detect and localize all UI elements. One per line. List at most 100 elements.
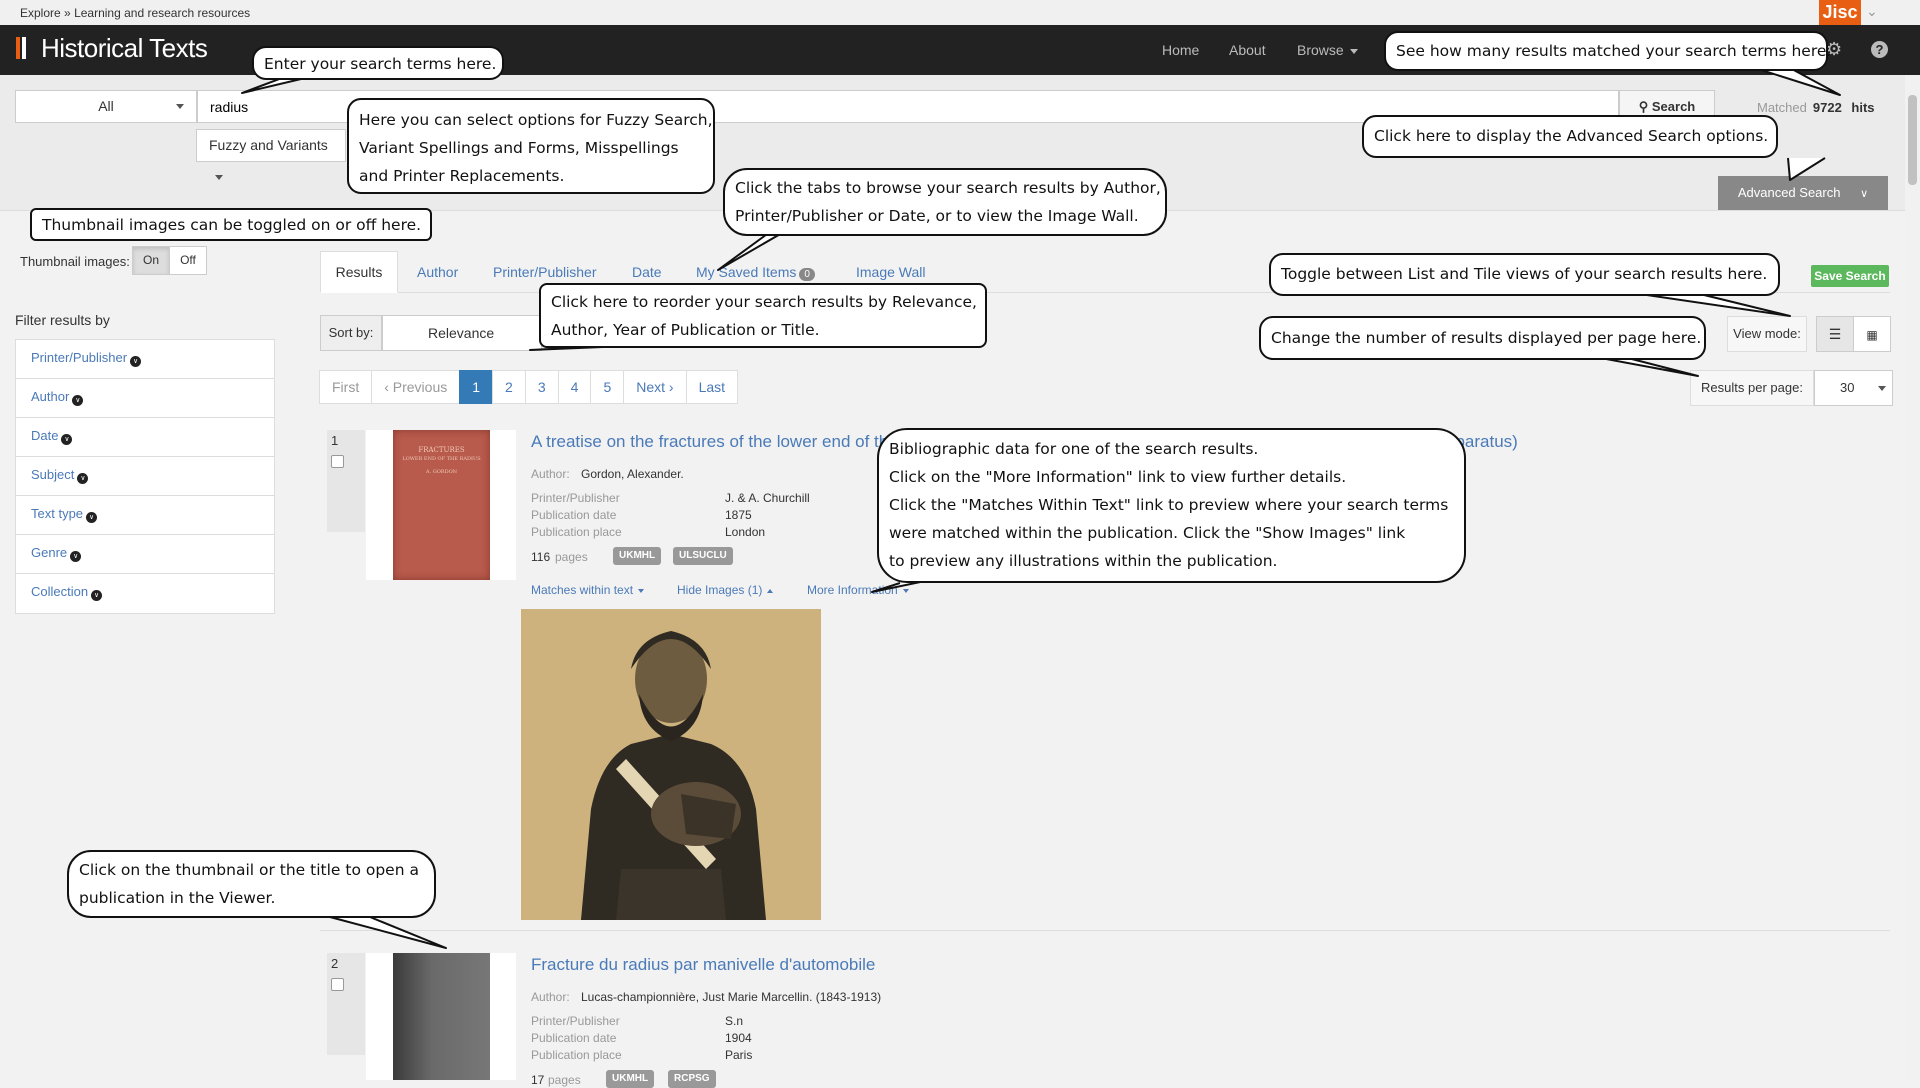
page-3[interactable]: 3	[524, 370, 559, 404]
book-cover-image[interactable]	[393, 953, 490, 1080]
page-first[interactable]: First	[319, 370, 373, 404]
callout-line: Printer/Publisher or Date, or to view th…	[735, 207, 1139, 225]
search-button-label: Search	[1651, 99, 1696, 114]
caret-down-icon	[1349, 48, 1358, 54]
filter-printer-publisher[interactable]: Printer/Publisher ∨	[16, 340, 274, 379]
result-separator	[320, 930, 1890, 931]
date-label: Publication date	[531, 1031, 617, 1045]
list-view-button[interactable]: ☰	[1816, 316, 1854, 352]
result-checkbox[interactable]	[331, 978, 344, 991]
page-1[interactable]: 1	[459, 370, 494, 404]
printer-value: J. & A. Churchill	[725, 491, 810, 505]
advanced-search-button[interactable]: Advanced Search ∨	[1718, 176, 1888, 210]
result-checkbox[interactable]	[331, 455, 344, 468]
page-2[interactable]: 2	[492, 370, 526, 404]
result-title[interactable]: A treatise on the fractures of the lower…	[531, 432, 888, 452]
more-info-label: More Information	[807, 583, 898, 597]
page-4[interactable]: 4	[557, 370, 592, 404]
fuzzy-variants-select[interactable]: Fuzzy and Variants	[196, 129, 346, 180]
filter-author[interactable]: Author ∨	[16, 379, 274, 418]
saved-count-badge: 0	[799, 268, 815, 281]
app-logo[interactable]: Historical Texts	[16, 33, 208, 64]
tab-image-wall[interactable]: Image Wall	[856, 264, 926, 280]
filter-date[interactable]: Date ∨	[16, 418, 274, 457]
tab-printer-publisher[interactable]: Printer/Publisher	[493, 264, 597, 280]
more-information-link[interactable]: More Information	[807, 583, 909, 597]
callout-tabs: Click the tabs to browse your search res…	[723, 168, 1167, 236]
page-next[interactable]: Next ›	[623, 370, 687, 404]
scope-select[interactable]: All	[15, 90, 197, 123]
breadcrumb-separator: »	[64, 6, 71, 20]
filter-label: Printer/Publisher	[31, 350, 128, 365]
page-scrollbar[interactable]	[1905, 75, 1920, 1080]
tab-author[interactable]: Author	[417, 264, 458, 280]
pages-label: pages	[555, 550, 588, 564]
page-5[interactable]: 5	[590, 370, 625, 404]
sort-value: Relevance	[428, 325, 495, 341]
matched-label: Matched	[1757, 100, 1807, 115]
cover-author: A. GORDON	[425, 469, 458, 475]
tab-results[interactable]: Results	[320, 251, 398, 293]
callout-line: publication in the Viewer.	[79, 889, 276, 907]
results-per-page-value: 30	[1840, 380, 1855, 395]
result-number: 1	[331, 433, 339, 448]
chevron-down-icon: ∨	[130, 356, 142, 367]
callout-line: Click on the "More Information" link to …	[889, 468, 1347, 486]
sort-select[interactable]: Relevance	[382, 315, 542, 351]
tab-date[interactable]: Date	[632, 264, 662, 280]
save-search-button[interactable]: Save Search	[1811, 265, 1889, 287]
result-title[interactable]: Fracture du radius par manivelle d'autom…	[531, 955, 875, 975]
tab-saved-items[interactable]: My Saved Items 0	[696, 264, 815, 281]
advanced-search-label: Advanced Search	[1737, 185, 1841, 200]
callout-line: Click the "Matches Within Text" link to …	[889, 496, 1449, 514]
author-value: Lucas-championnière, Just Marie Marcelli…	[581, 990, 882, 1004]
tile-view-button[interactable]: ▦	[1853, 316, 1891, 352]
nav-browse[interactable]: Browse	[1297, 42, 1358, 58]
callout-line: to preview any illustrations within the …	[889, 552, 1278, 570]
filter-text-type[interactable]: Text type ∨	[16, 496, 274, 535]
chevron-down-icon[interactable]: ⌄	[1866, 3, 1878, 20]
result-number: 2	[331, 956, 339, 971]
help-icon[interactable]: ?	[1871, 41, 1888, 58]
thumbnail-on-button[interactable]: On	[132, 246, 170, 275]
results-per-page-select[interactable]: 30	[1814, 370, 1893, 406]
breadcrumb-current[interactable]: Learning and research resources	[74, 6, 250, 20]
filter-genre[interactable]: Genre ∨	[16, 535, 274, 574]
scope-value: All	[98, 98, 114, 114]
filter-subject[interactable]: Subject ∨	[16, 457, 274, 496]
result-thumbnail[interactable]: FRACTURES LOWER END OF THE RADIUS A. GOR…	[366, 430, 516, 580]
thumbnail-off-button[interactable]: Off	[169, 246, 207, 275]
app-title: Historical Texts	[41, 33, 208, 63]
result-illustration[interactable]	[521, 609, 821, 920]
page-count: 17	[531, 1073, 545, 1087]
nav-home[interactable]: Home	[1162, 42, 1199, 58]
breadcrumb-explore[interactable]: Explore	[20, 6, 61, 20]
author-label: Author:	[531, 990, 570, 1004]
breadcrumb: Explore » Learning and research resource…	[20, 6, 250, 20]
matches-within-text-link[interactable]: Matches within text	[531, 583, 645, 597]
callout-search-terms: Enter your search terms here.	[252, 46, 504, 80]
callout-thumbnail-open: Click on the thumbnail or the title to o…	[67, 850, 436, 918]
pagination: First ‹ Previous 1 2 3 4 5 Next › Last	[319, 370, 739, 404]
caret-down-icon	[638, 588, 645, 593]
jisc-logo[interactable]: Jisc	[1819, 0, 1861, 25]
fuzzy-value: Fuzzy and Variants	[209, 137, 328, 153]
callout-line: Click on the thumbnail or the title to o…	[79, 861, 419, 879]
callout-biblio: Bibliographic data for one of the search…	[877, 428, 1466, 583]
place-label: Publication place	[531, 525, 622, 539]
callout-per-page: Change the number of results displayed p…	[1259, 316, 1706, 360]
nav-about[interactable]: About	[1229, 42, 1266, 58]
page-previous[interactable]: ‹ Previous	[371, 370, 461, 404]
book-cover-image[interactable]: FRACTURES LOWER END OF THE RADIUS A. GOR…	[393, 430, 490, 580]
chevron-down-icon: ∨	[91, 590, 103, 601]
result-thumbnail[interactable]	[366, 953, 516, 1080]
callout-line: Bibliographic data for one of the search…	[889, 440, 1259, 458]
caret-down-icon	[215, 174, 223, 180]
portrait-engraving-image	[581, 631, 766, 920]
page-last[interactable]: Last	[685, 370, 739, 404]
filter-collection[interactable]: Collection ∨	[16, 574, 274, 613]
scrollbar-thumb[interactable]	[1908, 95, 1917, 185]
callout-line: Author, Year of Publication or Title.	[551, 321, 820, 339]
hide-images-link[interactable]: Hide Images (1)	[677, 583, 774, 597]
filter-label: Subject	[31, 467, 75, 482]
